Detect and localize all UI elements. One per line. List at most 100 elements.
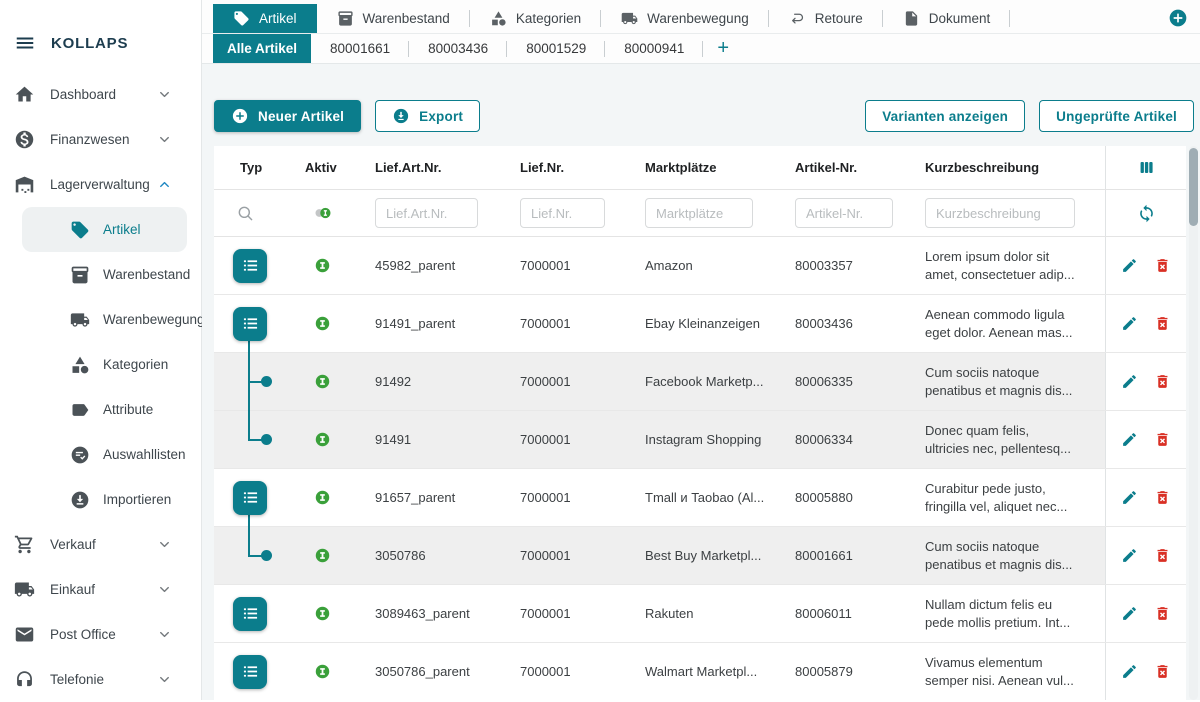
tree-connector bbox=[248, 340, 250, 353]
edit-row-button[interactable] bbox=[1121, 373, 1138, 390]
article-tab-alle-artikel[interactable]: Alle Artikel bbox=[213, 34, 311, 63]
vertical-scrollbar[interactable] bbox=[1189, 146, 1198, 700]
new-article-button[interactable]: Neuer Artikel bbox=[214, 100, 361, 132]
filter-marktplaetze-input[interactable] bbox=[645, 198, 753, 228]
cell-actions bbox=[1105, 585, 1186, 642]
tab-dokument[interactable]: Dokument bbox=[883, 4, 1011, 33]
row-type-button[interactable] bbox=[233, 655, 267, 689]
scrollbar-thumb[interactable] bbox=[1189, 148, 1198, 226]
article-tab-80000941[interactable]: 80000941 bbox=[605, 34, 703, 63]
delete-row-button[interactable] bbox=[1154, 315, 1171, 332]
delete-row-button[interactable] bbox=[1154, 489, 1171, 506]
sidebar-item-artikel[interactable]: Artikel bbox=[22, 207, 187, 252]
column-header-lief-art-nr: Lief.Art.Nr. bbox=[359, 146, 504, 189]
sidebar-item-warenbewegung[interactable]: Warenbewegung bbox=[22, 297, 187, 342]
sidebar-item-finanzwesen[interactable]: Finanzwesen bbox=[0, 117, 201, 162]
chevron-down-icon bbox=[157, 627, 172, 642]
row-type-button[interactable] bbox=[233, 249, 267, 283]
article-tab-80003436[interactable]: 80003436 bbox=[409, 34, 507, 63]
cell-lief-nr: 7000001 bbox=[504, 585, 629, 642]
edit-row-button[interactable] bbox=[1121, 605, 1138, 622]
sidebar-item-label: Finanzwesen bbox=[50, 132, 130, 147]
column-header-aktiv: Aktiv bbox=[286, 146, 359, 189]
edit-row-button[interactable] bbox=[1121, 489, 1138, 506]
filter-kurzbeschreibung-input[interactable] bbox=[925, 198, 1075, 228]
edit-row-button[interactable] bbox=[1121, 315, 1138, 332]
add-article-tab-button[interactable]: + bbox=[703, 34, 743, 63]
delete-row-button[interactable] bbox=[1154, 257, 1171, 274]
filter-aktiv[interactable] bbox=[286, 190, 359, 236]
active-icon bbox=[314, 547, 331, 564]
cell-typ bbox=[214, 411, 286, 468]
article-tab-80001661[interactable]: 80001661 bbox=[311, 34, 409, 63]
sidebar-item-warenbestand[interactable]: Warenbestand bbox=[22, 252, 187, 297]
delete-row-button[interactable] bbox=[1154, 547, 1171, 564]
delete-icon bbox=[1154, 605, 1171, 622]
cell-lief-nr: 7000001 bbox=[504, 237, 629, 294]
sidebar-item-dashboard[interactable]: Dashboard bbox=[0, 72, 201, 117]
sidebar-item-label: Post Office bbox=[50, 627, 116, 642]
tab-retoure[interactable]: Retoure bbox=[769, 4, 883, 33]
active-icon bbox=[314, 373, 331, 390]
sidebar-item-lagerverwaltung[interactable]: Lagerverwaltung bbox=[0, 162, 201, 207]
show-variants-button[interactable]: Varianten anzeigen bbox=[865, 100, 1025, 132]
delete-row-button[interactable] bbox=[1154, 605, 1171, 622]
edit-icon bbox=[1121, 605, 1138, 622]
tree-connector bbox=[248, 514, 250, 527]
refresh-button[interactable] bbox=[1137, 204, 1156, 223]
sidebar-item-post-office[interactable]: Post Office bbox=[0, 612, 201, 657]
cell-aktiv bbox=[286, 643, 359, 700]
add-tab-button[interactable] bbox=[1168, 8, 1188, 28]
cell-kurzbeschreibung: Curabitur pede justo, fringilla vel, ali… bbox=[909, 469, 1105, 526]
edit-row-button[interactable] bbox=[1121, 547, 1138, 564]
plus-circle-icon bbox=[231, 107, 249, 125]
cell-aktiv bbox=[286, 237, 359, 294]
sidebar-item-importieren[interactable]: Importieren bbox=[22, 477, 187, 522]
download-circle-icon bbox=[392, 107, 410, 125]
tab-kategorien[interactable]: Kategorien bbox=[470, 4, 601, 33]
articles-table: Typ Aktiv Lief.Art.Nr. Lief.Nr. Marktplä… bbox=[214, 146, 1186, 700]
delete-row-button[interactable] bbox=[1154, 373, 1171, 390]
cell-lief-nr: 7000001 bbox=[504, 295, 629, 352]
filter-lief-art-nr-input[interactable] bbox=[375, 198, 478, 228]
cell-aktiv bbox=[286, 585, 359, 642]
toolbar: Neuer Artikel Export Varianten anzeigen … bbox=[202, 64, 1200, 132]
delete-row-button[interactable] bbox=[1154, 431, 1171, 448]
cell-typ bbox=[214, 295, 286, 352]
filter-lief-nr-input[interactable] bbox=[520, 198, 605, 228]
article-tab-80001529[interactable]: 80001529 bbox=[507, 34, 605, 63]
menu-icon[interactable] bbox=[14, 32, 36, 54]
main-tabs-list: Artikel Warenbestand KategorienWarenbewegu… bbox=[213, 4, 1010, 33]
edit-row-button[interactable] bbox=[1121, 663, 1138, 680]
sidebar-item-telefonie[interactable]: Telefonie bbox=[0, 657, 201, 702]
edit-row-button[interactable] bbox=[1121, 257, 1138, 274]
export-button[interactable]: Export bbox=[375, 100, 480, 132]
show-variants-label: Varianten anzeigen bbox=[882, 109, 1008, 124]
sidebar-item-kategorien[interactable]: Kategorien bbox=[22, 342, 187, 387]
tab-warenbewegung[interactable]: Warenbewegung bbox=[601, 4, 769, 33]
delete-row-button[interactable] bbox=[1154, 663, 1171, 680]
cell-actions bbox=[1105, 527, 1186, 584]
cell-lief-art-nr: 91491 bbox=[359, 411, 504, 468]
filter-artikel-nr-input[interactable] bbox=[795, 198, 893, 228]
column-header-kurzbeschreibung: Kurzbeschreibung bbox=[909, 146, 1105, 189]
sidebar-item-verkauf[interactable]: Verkauf bbox=[0, 522, 201, 567]
tab-label: Artikel bbox=[259, 11, 297, 26]
table-row: 914927000001Facebook Marketp...80006335C… bbox=[214, 353, 1186, 411]
cell-actions bbox=[1105, 411, 1186, 468]
tab-warenbestand[interactable]: Warenbestand bbox=[317, 4, 470, 33]
row-type-button[interactable] bbox=[233, 481, 267, 515]
column-settings-button[interactable] bbox=[1137, 158, 1156, 177]
edit-row-button[interactable] bbox=[1121, 431, 1138, 448]
row-type-button[interactable] bbox=[233, 307, 267, 341]
tab-artikel[interactable]: Artikel bbox=[213, 4, 317, 33]
sidebar-item-auswahllisten[interactable]: Auswahllisten bbox=[22, 432, 187, 477]
tab-label: Warenbestand bbox=[363, 11, 450, 26]
sidebar-item-einkauf[interactable]: Einkauf bbox=[0, 567, 201, 612]
sidebar-item-attribute[interactable]: Attribute bbox=[22, 387, 187, 432]
cell-marktplatz: Rakuten bbox=[629, 585, 779, 642]
row-type-button[interactable] bbox=[233, 597, 267, 631]
unchecked-articles-button[interactable]: Ungeprüfte Artikel bbox=[1039, 100, 1194, 132]
cell-kurzbeschreibung: Vivamus elementum semper nisi. Aenean vu… bbox=[909, 643, 1105, 700]
app-root: KOLLAPS DashboardFinanzwesenLagerverwalt… bbox=[0, 0, 1200, 700]
